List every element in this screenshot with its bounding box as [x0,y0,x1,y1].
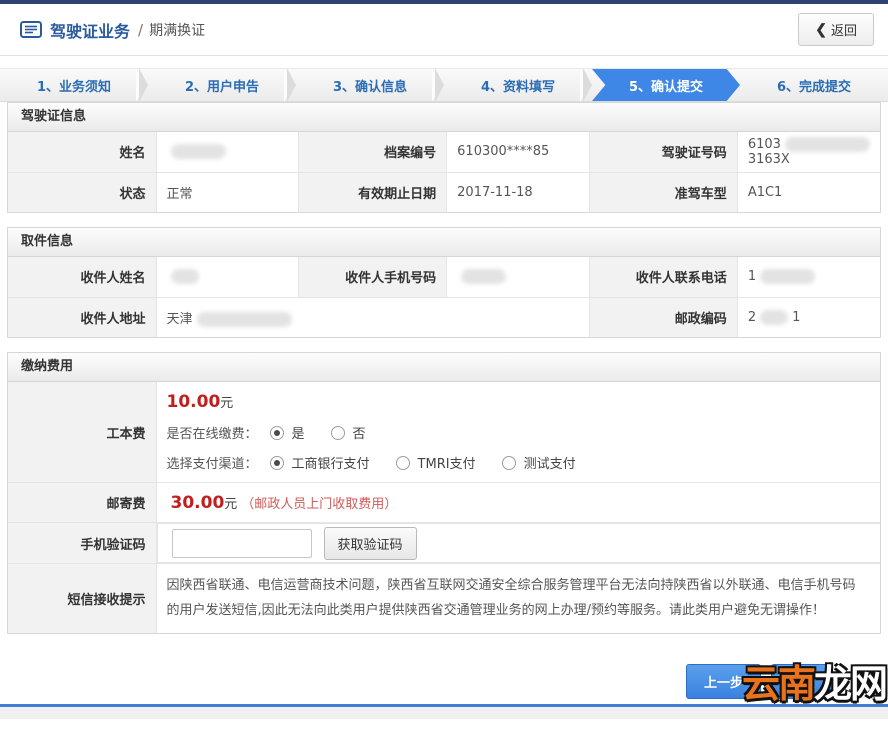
recipient-tel-value: 1 [736,257,880,298]
pickup-info-table: 收件人姓名 收件人手机号码 收件人联系电话 1 收件人地址 天津 邮政编码 21 [8,257,880,337]
file-no-value: 610300****85 [446,132,590,173]
production-fee-cell: 10.00元 是否在线缴费： 是 否 选择支付渠道： 工商银行支付 TMRI支付… [155,382,881,483]
sms-tip-label: 短信接收提示 [8,563,157,634]
channel-tmri-label: TMRI支付 [417,457,476,472]
expiry-value: 2017-11-18 [446,171,590,212]
step-4-fill-data[interactable]: 4、资料填写 [444,69,592,101]
recipient-tel-label: 收件人联系电话 [588,257,738,298]
channel-test-label: 测试支付 [523,457,576,472]
production-fee-amount: 10.00元 [166,392,234,412]
license-info-section: 驾驶证信息 姓名 档案编号 610300****85 驾驶证号码 6103316… [7,102,881,213]
step-progress-bar: 1、业务须知 2、用户申告 3、确认信息 4、资料填写 5、确认提交 6、完成提… [0,68,888,102]
page-header: 驾驶证业务 / 期满换证 ❮ 返回 [0,4,888,56]
radio-selected-icon[interactable] [269,425,284,440]
redacted-tel [760,269,816,285]
online-pay-yes-option[interactable]: 是 [269,423,305,442]
step-6-complete[interactable]: 6、完成提交 [740,69,888,101]
table-row: 手机验证码 获取验证码 [8,522,880,564]
radio-selected-icon[interactable] [269,455,284,470]
footer-actions: 上一步 提交 云南龙网 [0,648,888,706]
redacted-postcode [760,309,789,325]
postage-fee-cell: 30.00元 （邮政人员上门收取费用） [155,482,880,523]
sms-tip-text: 因陕西省联通、电信运营商技术问题，陕西省互联网交通安全综合服务管理平台无法向持陕… [155,563,880,634]
name-label: 姓名 [8,132,157,173]
postcode-value: 21 [736,296,880,337]
status-value: 正常 [155,171,300,212]
step-1-notice[interactable]: 1、业务须知 [0,69,148,101]
fees-table: 工本费 10.00元 是否在线缴费： 是 否 选择支付渠道： 工商银行支付 TM… [8,382,880,634]
expiry-label: 有效期止日期 [298,171,448,212]
channel-icbc-label: 工商银行支付 [291,457,370,472]
back-chevron-icon: ❮ [815,21,827,37]
captcha-cell: 获取验证码 [156,523,880,563]
radio-unselected-icon[interactable] [395,455,410,470]
radio-unselected-icon[interactable] [501,455,516,470]
fees-section-title: 缴纳费用 [8,353,880,382]
page-title: 驾驶证业务 [50,21,131,41]
online-pay-no-label: 否 [352,427,366,442]
table-row: 邮寄费 30.00元 （邮政人员上门收取费用） [8,482,880,523]
table-row: 短信接收提示 因陕西省联通、电信运营商技术问题，陕西省互联网交通安全综合服务管理… [8,563,880,634]
redacted-address [196,311,292,327]
table-row: 工本费 10.00元 是否在线缴费： 是 否 选择支付渠道： 工商银行支付 TM… [8,382,880,483]
postage-fee-label: 邮寄费 [8,482,157,523]
table-row: 姓名 档案编号 610300****85 驾驶证号码 61033163X [8,132,880,173]
name-value [155,132,300,173]
redacted-license-no [784,136,870,152]
recipient-mobile-label: 收件人手机号码 [298,257,448,298]
online-pay-yes-label: 是 [291,427,305,442]
pay-channel-label: 选择支付渠道： [166,457,258,472]
license-no-value: 61033163X [736,132,880,173]
radio-unselected-icon[interactable] [330,425,345,440]
bottom-background-strip [0,707,888,720]
license-section-title: 驾驶证信息 [8,103,880,132]
address-label: 收件人地址 [8,296,157,337]
channel-icbc-option[interactable]: 工商银行支付 [269,453,370,472]
pickup-section-title: 取件信息 [8,228,880,257]
recipient-name-label: 收件人姓名 [8,257,157,298]
postage-note: （邮政人员上门收取费用） [241,496,398,512]
fees-section: 缴纳费用 工本费 10.00元 是否在线缴费： 是 否 选择支付渠道： 工商银行… [7,352,881,635]
get-captcha-button[interactable]: 获取验证码 [323,526,417,560]
license-business-icon [20,21,42,38]
vehicle-class-label: 准驾车型 [588,171,738,212]
back-button-label: 返回 [830,23,857,38]
postcode-label: 邮政编码 [588,296,738,337]
channel-tmri-option[interactable]: TMRI支付 [395,453,476,472]
redacted-recipient-name [170,269,199,285]
captcha-input[interactable] [171,528,312,558]
vehicle-class-value: A1C1 [736,171,880,212]
production-fee-label: 工本费 [8,382,157,483]
online-pay-no-option[interactable]: 否 [330,423,366,442]
status-label: 状态 [8,171,157,212]
step-5-confirm-submit[interactable]: 5、确认提交 [592,69,740,101]
pickup-info-section: 取件信息 收件人姓名 收件人手机号码 收件人联系电话 1 收件人地址 天津 邮政… [7,227,881,338]
recipient-mobile-value [446,257,590,298]
breadcrumb-divider: / [138,20,144,39]
online-pay-row: 是否在线缴费： 是 否 [167,423,881,442]
step-3-confirm-info[interactable]: 3、确认信息 [296,69,444,101]
redacted-name [170,144,226,160]
file-no-label: 档案编号 [298,132,448,173]
breadcrumb-current: 期满换证 [149,22,206,39]
license-info-table: 姓名 档案编号 610300****85 驾驶证号码 61033163X 状态 … [8,132,880,212]
back-button[interactable]: ❮ 返回 [798,13,874,46]
pay-channel-row: 选择支付渠道： 工商银行支付 TMRI支付 测试支付 [167,453,881,472]
step-2-declaration[interactable]: 2、用户申告 [148,69,296,101]
previous-step-button[interactable]: 上一步 [685,664,761,700]
license-no-label: 驾驶证号码 [588,132,738,173]
recipient-name-value [155,257,300,298]
captcha-label: 手机验证码 [8,522,157,564]
channel-test-option[interactable]: 测试支付 [501,453,576,472]
submit-button[interactable]: 提交 [770,664,833,700]
table-row: 收件人地址 天津 邮政编码 21 [8,296,880,337]
address-value: 天津 [155,296,590,337]
table-row: 收件人姓名 收件人手机号码 收件人联系电话 1 [8,257,880,298]
online-pay-label: 是否在线缴费： [166,427,258,442]
table-row: 状态 正常 有效期止日期 2017-11-18 准驾车型 A1C1 [8,171,880,212]
redacted-mobile [461,269,507,285]
